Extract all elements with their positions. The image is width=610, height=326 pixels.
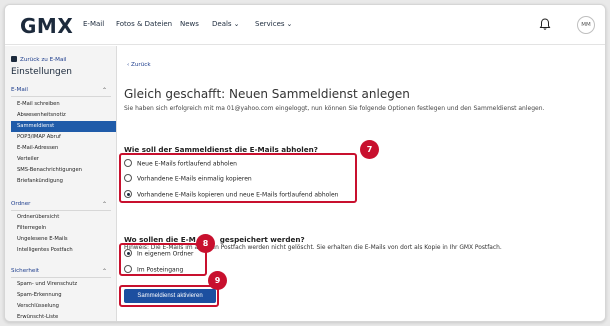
section-email-label: E-Mail (11, 87, 28, 93)
top-navigation: GMX E-Mail Fotos & Dateien News Deals ⌄ S… (5, 5, 605, 45)
sidebar-item-abwesenheitsnotiz[interactable]: Abwesenheitsnotiz (11, 110, 116, 121)
sidebar-item-spam-erkennung[interactable]: Spam-Erkennung (11, 290, 116, 301)
page-title: Gleich geschafft: Neuen Sammeldienst anl… (124, 87, 410, 101)
chevron-down-icon: ⌄ (286, 20, 293, 28)
step-badge-7: 7 (360, 140, 379, 159)
settings-sidebar: Zurück zu E-Mail Einstellungen E-Mail ⌃ E… (5, 46, 117, 321)
sidebar-item-email-adressen[interactable]: E-Mail-Adressen (11, 143, 116, 154)
section-sicherheit-header[interactable]: Sicherheit ⌃ (11, 268, 111, 278)
back-icon (11, 56, 17, 62)
sidebar-item-erwuenscht-liste[interactable]: Erwünscht-Liste (11, 312, 116, 321)
step-badge-9: 9 (208, 271, 227, 290)
browser-frame: GMX E-Mail Fotos & Dateien News Deals ⌄ S… (4, 4, 606, 322)
back-link-label: Zurück (131, 62, 151, 68)
step-badge-8: 8 (196, 234, 215, 253)
settings-title: Einstellungen (11, 67, 73, 77)
sidebar-item-verschluesselung[interactable]: Verschlüsselung (11, 301, 116, 312)
sidebar-item-verteiler[interactable]: Verteiler (11, 154, 116, 165)
sidebar-item-ordneruebersicht[interactable]: Ordnerübersicht (11, 212, 116, 223)
sidebar-item-briefankuendigung[interactable]: Briefankündigung (11, 176, 116, 187)
sidebar-item-pop3-imap[interactable]: POP3/IMAP Abruf (11, 132, 116, 143)
chevron-up-icon: ⌃ (101, 201, 107, 208)
back-link[interactable]: ‹ Zurück (127, 62, 151, 68)
section-email-header[interactable]: E-Mail ⌃ (11, 87, 111, 97)
nav-deals-label: Deals (212, 20, 232, 28)
chevron-up-icon: ⌃ (101, 268, 107, 275)
nav-email[interactable]: E-Mail (83, 20, 104, 28)
chevron-down-icon: ⌄ (233, 20, 240, 28)
sidebar-item-email-schreiben[interactable]: E-Mail schreiben (11, 99, 116, 110)
sidebar-item-filterregeln[interactable]: Filterregeln (11, 223, 116, 234)
avatar[interactable]: MM (577, 16, 595, 34)
section-ordner-label: Ordner (11, 201, 31, 207)
bell-icon[interactable] (538, 17, 552, 31)
sidebar-item-sms[interactable]: SMS-Benachrichtigungen (11, 165, 116, 176)
activate-collector-button[interactable]: Sammeldienst aktivieren (124, 289, 216, 303)
sidebar-item-ungelesene[interactable]: Ungelesene E-Mails (11, 234, 116, 245)
nav-services[interactable]: Services ⌄ (255, 20, 292, 28)
nav-fotos-dateien[interactable]: Fotos & Dateien (116, 20, 172, 28)
nav-news-label: News (180, 20, 199, 28)
section-sicherheit-label: Sicherheit (11, 268, 40, 274)
chevron-up-icon: ⌃ (101, 87, 107, 94)
back-to-email-link[interactable]: Zurück zu E-Mail (11, 56, 67, 63)
question-storage-part2: gespeichert werden? (219, 235, 305, 244)
section-ordner-header[interactable]: Ordner ⌃ (11, 201, 111, 211)
gmx-logo[interactable]: GMX (20, 14, 73, 38)
sidebar-item-sammeldienst[interactable]: Sammeldienst (11, 121, 116, 132)
nav-deals[interactable]: Deals ⌄ (212, 20, 239, 28)
sidebar-item-spam-virenschutz[interactable]: Spam- und Virenschutz (11, 279, 116, 290)
highlight-box-storage-options (119, 243, 207, 276)
back-to-email-label: Zurück zu E-Mail (20, 57, 67, 63)
nav-services-label: Services (255, 20, 285, 28)
sidebar-item-intelligentes-postfach[interactable]: Intelligentes Postfach (11, 245, 116, 256)
highlight-box-fetch-options (119, 153, 357, 203)
nav-news[interactable]: News (180, 20, 199, 28)
intro-text: Sie haben sich erfolgreich mit ma 01@yah… (124, 105, 545, 112)
